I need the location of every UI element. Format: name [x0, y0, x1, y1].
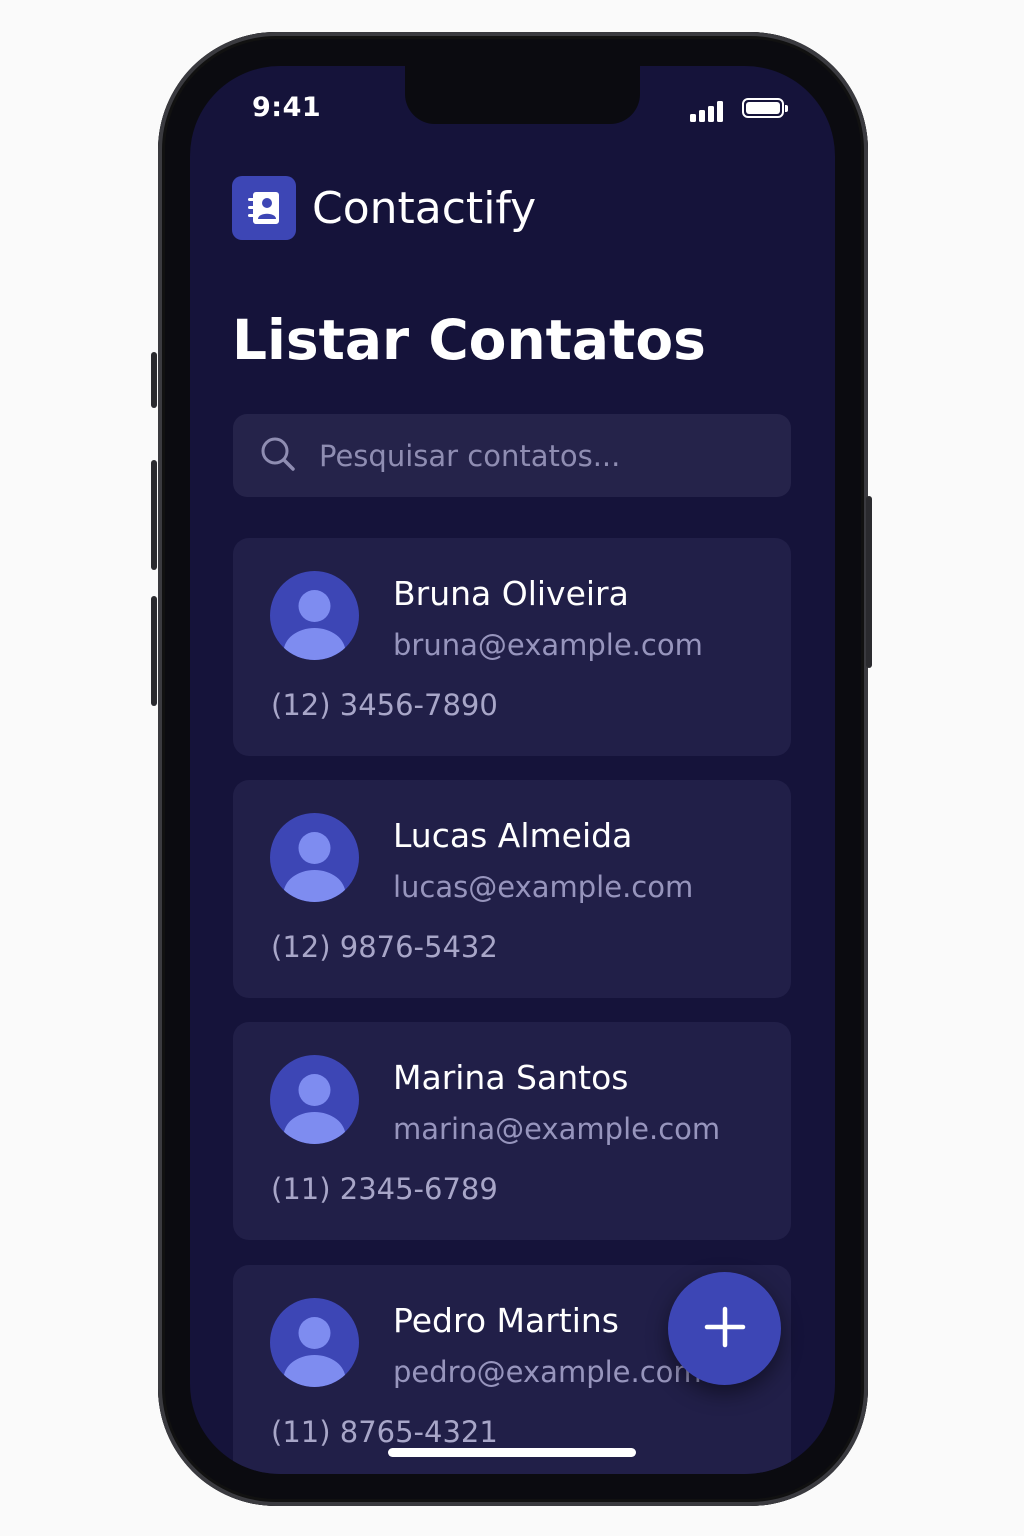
contact-card[interactable]: Bruna Oliveira bruna@example.com (12) 34…	[233, 538, 791, 756]
avatar	[270, 1298, 359, 1387]
contact-phone: (12) 3456-7890	[271, 688, 498, 722]
status-time: 9:41	[252, 92, 322, 123]
contact-name: Pedro Martins	[393, 1301, 619, 1340]
contact-email: bruna@example.com	[393, 628, 703, 662]
contact-phone: (11) 2345-6789	[271, 1172, 498, 1206]
search-icon	[259, 435, 297, 477]
contact-phone: (12) 9876-5432	[271, 930, 498, 964]
contact-card[interactable]: Lucas Almeida lucas@example.com (12) 987…	[233, 780, 791, 998]
avatar	[270, 813, 359, 902]
avatar	[270, 1055, 359, 1144]
contact-phone: (11) 8765-4321	[271, 1415, 498, 1449]
battery-full-icon	[742, 98, 788, 118]
contact-name: Bruna Oliveira	[393, 574, 629, 613]
signal-bars-icon	[690, 100, 723, 122]
screen: 9:41 Contactify Listar Contatos Pesquisa…	[190, 66, 835, 1474]
contact-book-icon	[232, 176, 296, 240]
avatar	[270, 571, 359, 660]
power-button	[866, 496, 872, 668]
volume-down-button	[151, 596, 157, 706]
home-indicator[interactable]	[388, 1448, 636, 1457]
plus-icon	[703, 1305, 747, 1352]
contact-card[interactable]: Marina Santos marina@example.com (11) 23…	[233, 1022, 791, 1240]
contact-email: pedro@example.com	[393, 1355, 702, 1389]
silent-switch	[151, 352, 157, 408]
contact-name: Lucas Almeida	[393, 816, 633, 855]
contact-email: lucas@example.com	[393, 870, 694, 904]
add-contact-button[interactable]	[668, 1272, 781, 1385]
search-input[interactable]	[317, 437, 761, 474]
volume-up-button	[151, 460, 157, 570]
notch	[405, 66, 640, 124]
contact-name: Marina Santos	[393, 1058, 629, 1097]
page-title: Listar Contatos	[232, 308, 706, 372]
app-header: Contactify	[232, 176, 536, 240]
app-name: Contactify	[312, 182, 537, 234]
contact-email: marina@example.com	[393, 1112, 721, 1146]
search-bar[interactable]	[233, 414, 791, 497]
